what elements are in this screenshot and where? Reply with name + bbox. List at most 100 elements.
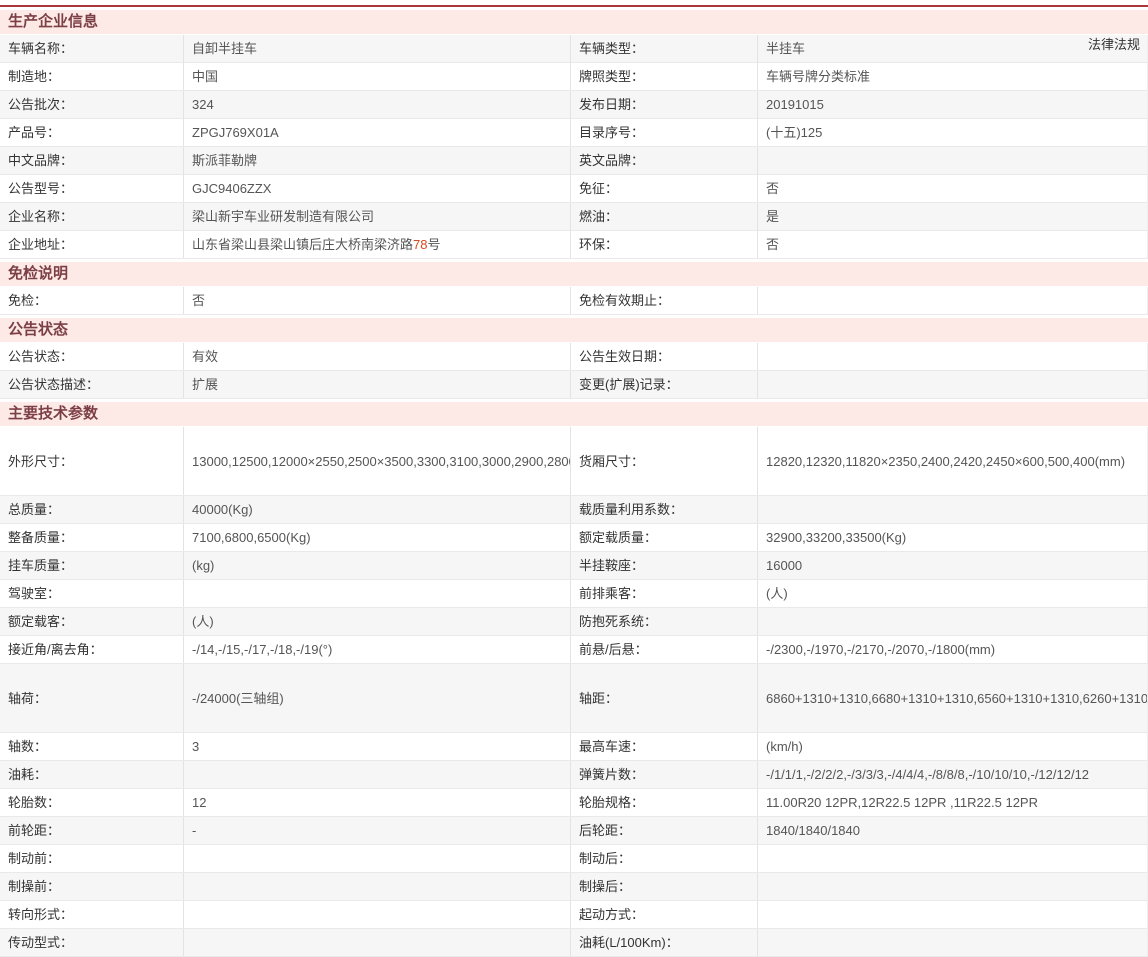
field-value: [183, 580, 570, 607]
section-rows: 车辆名称： 自卸半挂车 车辆类型： 半挂车 制造地： 中国 牌照类型： 车辆号牌…: [0, 35, 1148, 259]
field-label: 前悬/后悬：: [570, 636, 757, 663]
field-value: -: [183, 817, 570, 844]
field-label: 起动方式：: [570, 901, 757, 928]
field-value: (人): [757, 580, 1147, 607]
table-row: 制造地： 中国 牌照类型： 车辆号牌分类标准: [0, 63, 1148, 91]
field-label: 车辆名称：: [0, 35, 183, 62]
field-value: 20191015: [757, 91, 1147, 118]
field-value: 斯派菲勒牌: [183, 147, 570, 174]
field-label: 环保：: [570, 231, 757, 258]
field-label: 发布日期：: [570, 91, 757, 118]
field-label: 制造地：: [0, 63, 183, 90]
field-value: [183, 901, 570, 928]
table-row: 公告状态： 有效 公告生效日期：: [0, 343, 1148, 371]
table-row: 油耗： 弹簧片数： -/1/1/1,-/2/2/2,-/3/3/3,-/4/4/…: [0, 761, 1148, 789]
field-value: (人): [183, 608, 570, 635]
table-row: 驾驶室： 前排乘客： (人): [0, 580, 1148, 608]
field-value: 3: [183, 733, 570, 760]
table-row: 前轮距： - 后轮距： 1840/1840/1840: [0, 817, 1148, 845]
field-value: (km/h): [757, 733, 1147, 760]
field-label: 驾驶室：: [0, 580, 183, 607]
field-label: 转向形式：: [0, 901, 183, 928]
field-label: 免征：: [570, 175, 757, 202]
field-value: 12820,12320,11820×2350,2400,2420,2450×60…: [757, 427, 1147, 495]
field-label: 前轮距：: [0, 817, 183, 844]
table-row: 公告型号： GJC9406ZZX 免征： 否: [0, 175, 1148, 203]
field-label: 货厢尺寸：: [570, 427, 757, 495]
section-title: 公告状态: [8, 321, 68, 338]
table-row: 总质量： 40000(Kg) 载质量利用系数：: [0, 496, 1148, 524]
field-value: 16000: [757, 552, 1147, 579]
field-label: 英文品牌：: [570, 147, 757, 174]
table-row: 整备质量： 7100,6800,6500(Kg) 额定载质量： 32900,33…: [0, 524, 1148, 552]
highlighted-text: 78: [413, 237, 427, 252]
field-value: 山东省梁山县梁山镇后庄大桥南梁济路78号: [183, 231, 570, 258]
table-row: 企业名称： 梁山新宇车业研发制造有限公司 燃油： 是: [0, 203, 1148, 231]
table-row: 产品号： ZPGJ769X01A 目录序号： (十五)125: [0, 119, 1148, 147]
field-label: 额定载客：: [0, 608, 183, 635]
field-label: 弹簧片数：: [570, 761, 757, 788]
section-header: 免检说明: [0, 262, 1148, 286]
field-label: 油耗：: [0, 761, 183, 788]
field-value: 梁山新宇车业研发制造有限公司: [183, 203, 570, 230]
table-row: 制动前： 制动后：: [0, 845, 1148, 873]
field-value: ZPGJ769X01A: [183, 119, 570, 146]
field-value: [183, 873, 570, 900]
field-value: -/24000(三轴组): [183, 664, 570, 732]
field-label: 产品号：: [0, 119, 183, 146]
section-header: 生产企业信息: [0, 10, 1148, 34]
field-label: 企业地址：: [0, 231, 183, 258]
table-row: 轴荷： -/24000(三轴组) 轴距： 6860+1310+1310,6680…: [0, 664, 1148, 733]
info-section: 免检说明 免检： 否 免检有效期止：: [0, 262, 1148, 315]
field-value: (kg): [183, 552, 570, 579]
field-value: 12: [183, 789, 570, 816]
field-label: 轮胎数：: [0, 789, 183, 816]
table-row: 免检： 否 免检有效期止：: [0, 287, 1148, 315]
table-row: 车辆名称： 自卸半挂车 车辆类型： 半挂车: [0, 35, 1148, 63]
field-value: [757, 371, 1147, 398]
field-value: 自卸半挂车: [183, 35, 570, 62]
field-value: [757, 147, 1147, 174]
field-label: 牌照类型：: [570, 63, 757, 90]
field-label: 传动型式：: [0, 929, 183, 956]
field-value: [757, 901, 1147, 928]
field-value: 否: [757, 231, 1147, 258]
field-label: 轴荷：: [0, 664, 183, 732]
table-row: 公告批次： 324 发布日期： 20191015: [0, 91, 1148, 119]
field-value: 32900,33200,33500(Kg): [757, 524, 1147, 551]
table-row: 轮胎数： 12 轮胎规格： 11.00R20 12PR,12R22.5 12PR…: [0, 789, 1148, 817]
field-value: [183, 845, 570, 872]
field-label: 公告生效日期：: [570, 343, 757, 370]
field-value: 中国: [183, 63, 570, 90]
table-row: 中文品牌： 斯派菲勒牌 英文品牌：: [0, 147, 1148, 175]
field-label: 中文品牌：: [0, 147, 183, 174]
law-regulations-link[interactable]: 法律法规: [1088, 31, 1140, 58]
field-value: 否: [183, 287, 570, 314]
field-label: 公告状态描述：: [0, 371, 183, 398]
field-value: [757, 873, 1147, 900]
field-value: 7100,6800,6500(Kg): [183, 524, 570, 551]
field-label: 总质量：: [0, 496, 183, 523]
field-label: 防抱死系统：: [570, 608, 757, 635]
section-rows: 免检： 否 免检有效期止：: [0, 287, 1148, 315]
field-label: 公告型号：: [0, 175, 183, 202]
field-value: 否: [757, 175, 1147, 202]
field-label: 额定载质量：: [570, 524, 757, 551]
section-header: 公告状态: [0, 318, 1148, 342]
field-label: 前排乘客：: [570, 580, 757, 607]
field-label: 制动前：: [0, 845, 183, 872]
field-value: 11.00R20 12PR,12R22.5 12PR ,11R22.5 12PR: [757, 789, 1147, 816]
field-label: 燃油：: [570, 203, 757, 230]
field-value: [757, 343, 1147, 370]
table-row: 轴数： 3 最高车速： (km/h): [0, 733, 1148, 761]
table-row: 挂车质量： (kg) 半挂鞍座： 16000: [0, 552, 1148, 580]
field-value: [757, 608, 1147, 635]
field-label: 整备质量：: [0, 524, 183, 551]
field-value: [183, 929, 570, 956]
field-value: -/1/1/1,-/2/2/2,-/3/3/3,-/4/4/4,-/8/8/8,…: [757, 761, 1147, 788]
field-label: 变更(扩展)记录：: [570, 371, 757, 398]
field-value: -/14,-/15,-/17,-/18,-/19(°): [183, 636, 570, 663]
field-label: 制操前：: [0, 873, 183, 900]
section-title: 主要技术参数: [8, 405, 98, 422]
field-value: 324: [183, 91, 570, 118]
